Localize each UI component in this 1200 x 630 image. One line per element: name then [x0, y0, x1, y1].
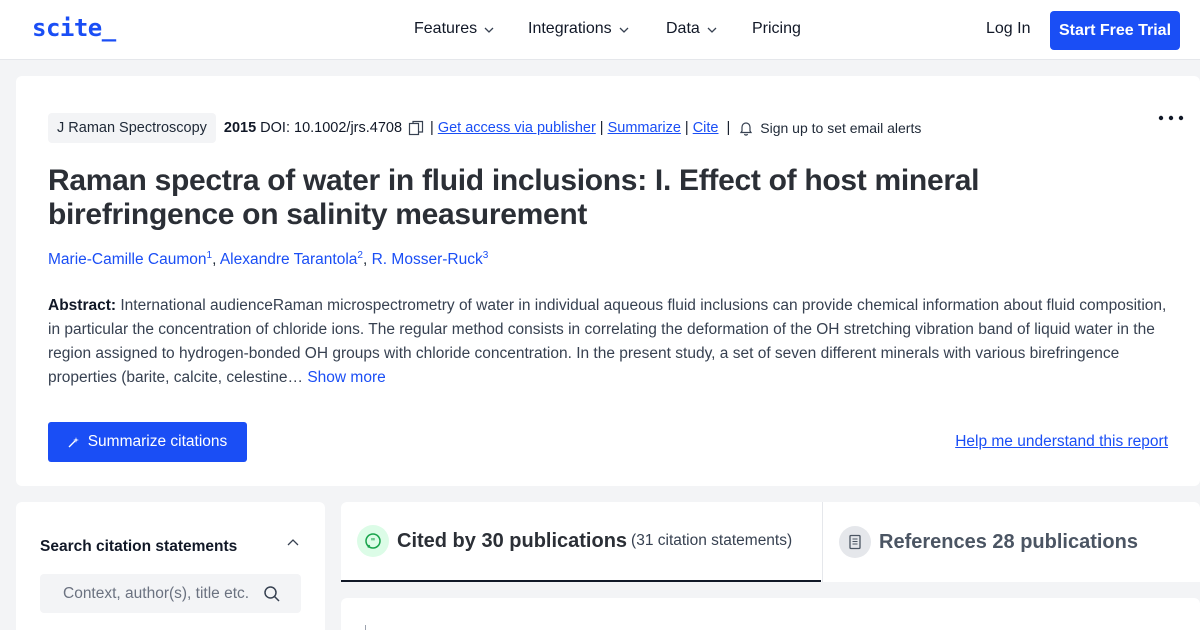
tab-references[interactable]: References 28 publications [822, 502, 1200, 582]
get-access-link[interactable]: Get access via publisher [438, 120, 596, 136]
nav-features[interactable]: Features [414, 20, 495, 38]
author-list: Marie-Camille Caumon1, Alexandre Taranto… [48, 250, 489, 269]
publication-year: 2015 [223, 120, 257, 136]
separator: | [684, 120, 689, 136]
author-name-text: Marie-Camille Caumon [48, 251, 207, 269]
search-icon[interactable] [263, 585, 281, 603]
search-box [40, 574, 301, 613]
chevron-up-icon[interactable] [286, 536, 300, 550]
scite-logo[interactable]: scite_ [32, 14, 116, 42]
search-heading: Search citation statements [40, 538, 238, 555]
citation-results-panel [341, 598, 1200, 630]
chevron-down-icon [618, 23, 630, 35]
nav-data[interactable]: Data [666, 20, 718, 38]
references-title: References 28 publications [879, 530, 1138, 553]
citation-statements-count: (31 citation statements) [631, 532, 793, 549]
chevron-down-icon [483, 23, 495, 35]
paper-meta-row: J Raman Spectroscopy 2015 DOI: 10.1002/j… [48, 113, 921, 143]
login-link[interactable]: Log In [986, 20, 1030, 38]
separator: | [726, 120, 731, 136]
author-name[interactable]: Alexandre Tarantola2 [219, 250, 363, 269]
tab-cited-by[interactable]: " Cited by 30 publications (31 citation … [341, 502, 821, 582]
author-name[interactable]: R. Mosser-Ruck3 [371, 250, 489, 269]
paper-title: Raman spectra of water in fluid inclusio… [48, 164, 980, 231]
doi-text: DOI: 10.1002/jrs.4708 [260, 120, 403, 136]
sparkle-icon [68, 437, 79, 448]
cite-link[interactable]: Cite [693, 120, 719, 136]
abstract-text: International audienceRaman microspectro… [48, 297, 1167, 386]
nav-integrations-label: Integrations [528, 20, 612, 37]
help-understand-link[interactable]: Help me understand this report [955, 433, 1168, 451]
summarize-link[interactable]: Summarize [608, 120, 681, 136]
abstract-label: Abstract: [48, 297, 117, 314]
svg-text:": " [371, 538, 376, 548]
author-name[interactable]: Marie-Camille Caumon1 [48, 250, 212, 269]
nav-integrations[interactable]: Integrations [528, 20, 630, 38]
top-navigation: scite_ Features Integrations Data Pricin… [0, 0, 1200, 60]
abstract: Abstract: International audienceRaman mi… [48, 294, 1168, 390]
bell-icon[interactable] [738, 120, 754, 136]
more-horizontal-icon[interactable] [1158, 110, 1184, 121]
start-free-trial-button[interactable]: Start Free Trial [1050, 11, 1180, 50]
show-more-link[interactable]: Show more [307, 369, 385, 386]
journal-chip[interactable]: J Raman Spectroscopy [48, 113, 216, 143]
document-icon [839, 526, 871, 558]
quote-bubble-icon: " [357, 525, 389, 557]
nav-pricing-label: Pricing [752, 20, 801, 37]
nav-features-label: Features [414, 20, 478, 37]
cited-by-title: Cited by 30 publications [397, 529, 628, 552]
search-input[interactable] [63, 584, 263, 603]
separator: | [430, 120, 434, 136]
author-name-text: R. Mosser-Ruck [371, 251, 483, 269]
summarize-citations-button[interactable]: Summarize citations [48, 422, 247, 462]
email-alerts-link[interactable]: Sign up to set email alerts [760, 120, 921, 136]
author-name-text: Alexandre Tarantola [219, 251, 358, 269]
chevron-down-icon [706, 23, 718, 35]
author-affiliation: 3 [482, 250, 489, 261]
citation-tabs: " Cited by 30 publications (31 citation … [341, 502, 1200, 582]
summarize-citations-label: Summarize citations [87, 433, 228, 450]
paper-card: J Raman Spectroscopy 2015 DOI: 10.1002/j… [16, 76, 1200, 486]
nav-pricing[interactable]: Pricing [752, 20, 801, 38]
separator: | [599, 120, 604, 136]
results-divider [365, 625, 366, 630]
copy-icon[interactable] [408, 120, 424, 136]
nav-data-label: Data [666, 20, 700, 37]
search-citations-panel: Search citation statements [16, 502, 325, 630]
